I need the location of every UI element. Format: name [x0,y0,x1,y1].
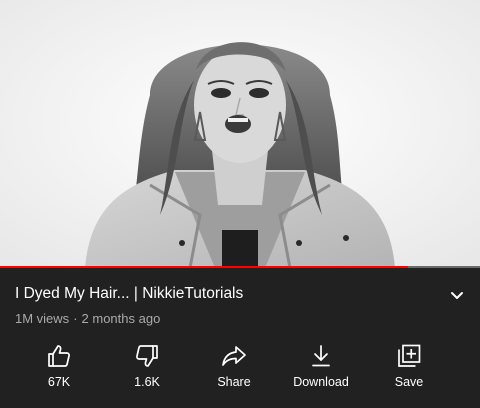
download-button[interactable]: Download [281,340,361,398]
youtube-watch-screen: I Dyed My Hair... | NikkieTutorials 1M v… [0,0,480,408]
like-count: 67K [47,375,71,389]
share-label: Share [217,375,251,389]
dislike-button[interactable]: 1.6K [107,340,187,398]
download-label: Download [293,375,349,389]
like-button[interactable]: 67K [19,340,99,398]
video-title[interactable]: I Dyed My Hair... | NikkieTutorials [15,285,435,303]
meta-separator: · [73,311,78,326]
progress-bar[interactable] [0,266,480,268]
video-meta: 1M views · 2 months ago [15,311,160,327]
view-count: 1M views [15,311,70,326]
video-frame [0,0,480,268]
download-icon [308,343,334,369]
dislike-count: 1.6K [134,375,160,389]
save-button[interactable]: Save [369,340,449,398]
chevron-down-icon[interactable] [446,284,468,306]
thumbs-up-icon [46,343,72,369]
save-to-playlist-icon [396,343,422,369]
share-icon [221,343,247,369]
share-button[interactable]: Share [194,340,274,398]
video-player[interactable] [0,0,480,268]
progress-bar-fill [0,266,408,268]
save-label: Save [394,375,424,389]
action-bar: 67K 1.6K Share Download Save [0,340,480,400]
upload-age: 2 months ago [81,311,161,326]
thumbs-down-icon [134,343,160,369]
